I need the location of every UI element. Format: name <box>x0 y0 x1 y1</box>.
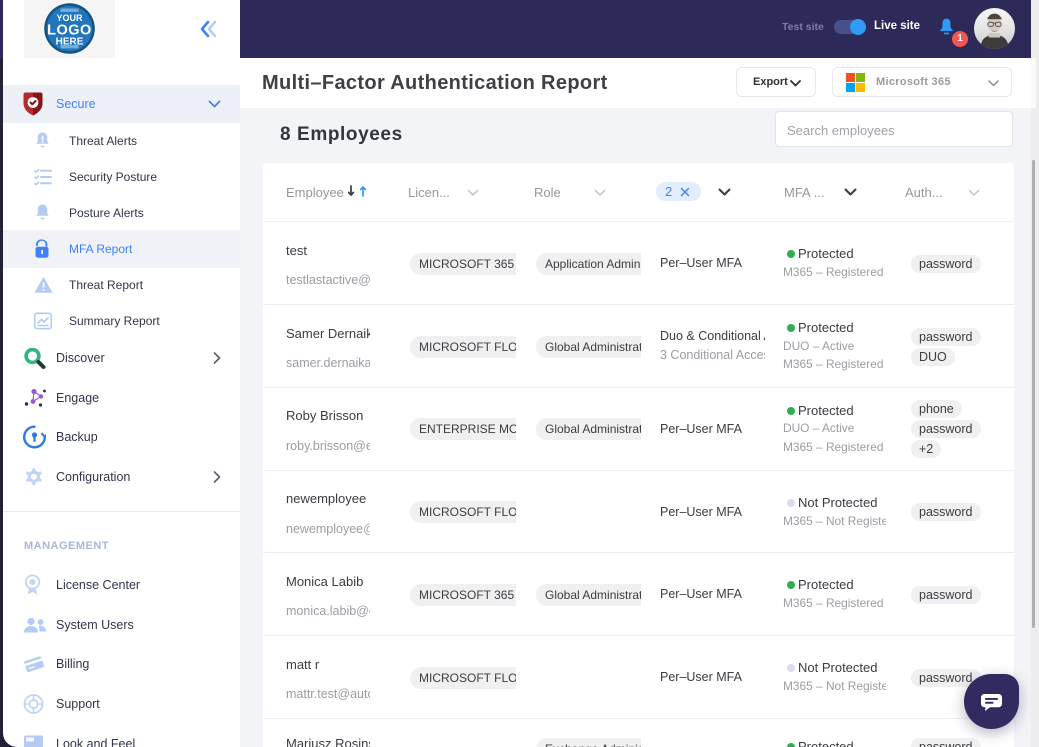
svg-text:HERE: HERE <box>56 37 84 48</box>
svg-text:YOUR: YOUR <box>56 13 83 23</box>
